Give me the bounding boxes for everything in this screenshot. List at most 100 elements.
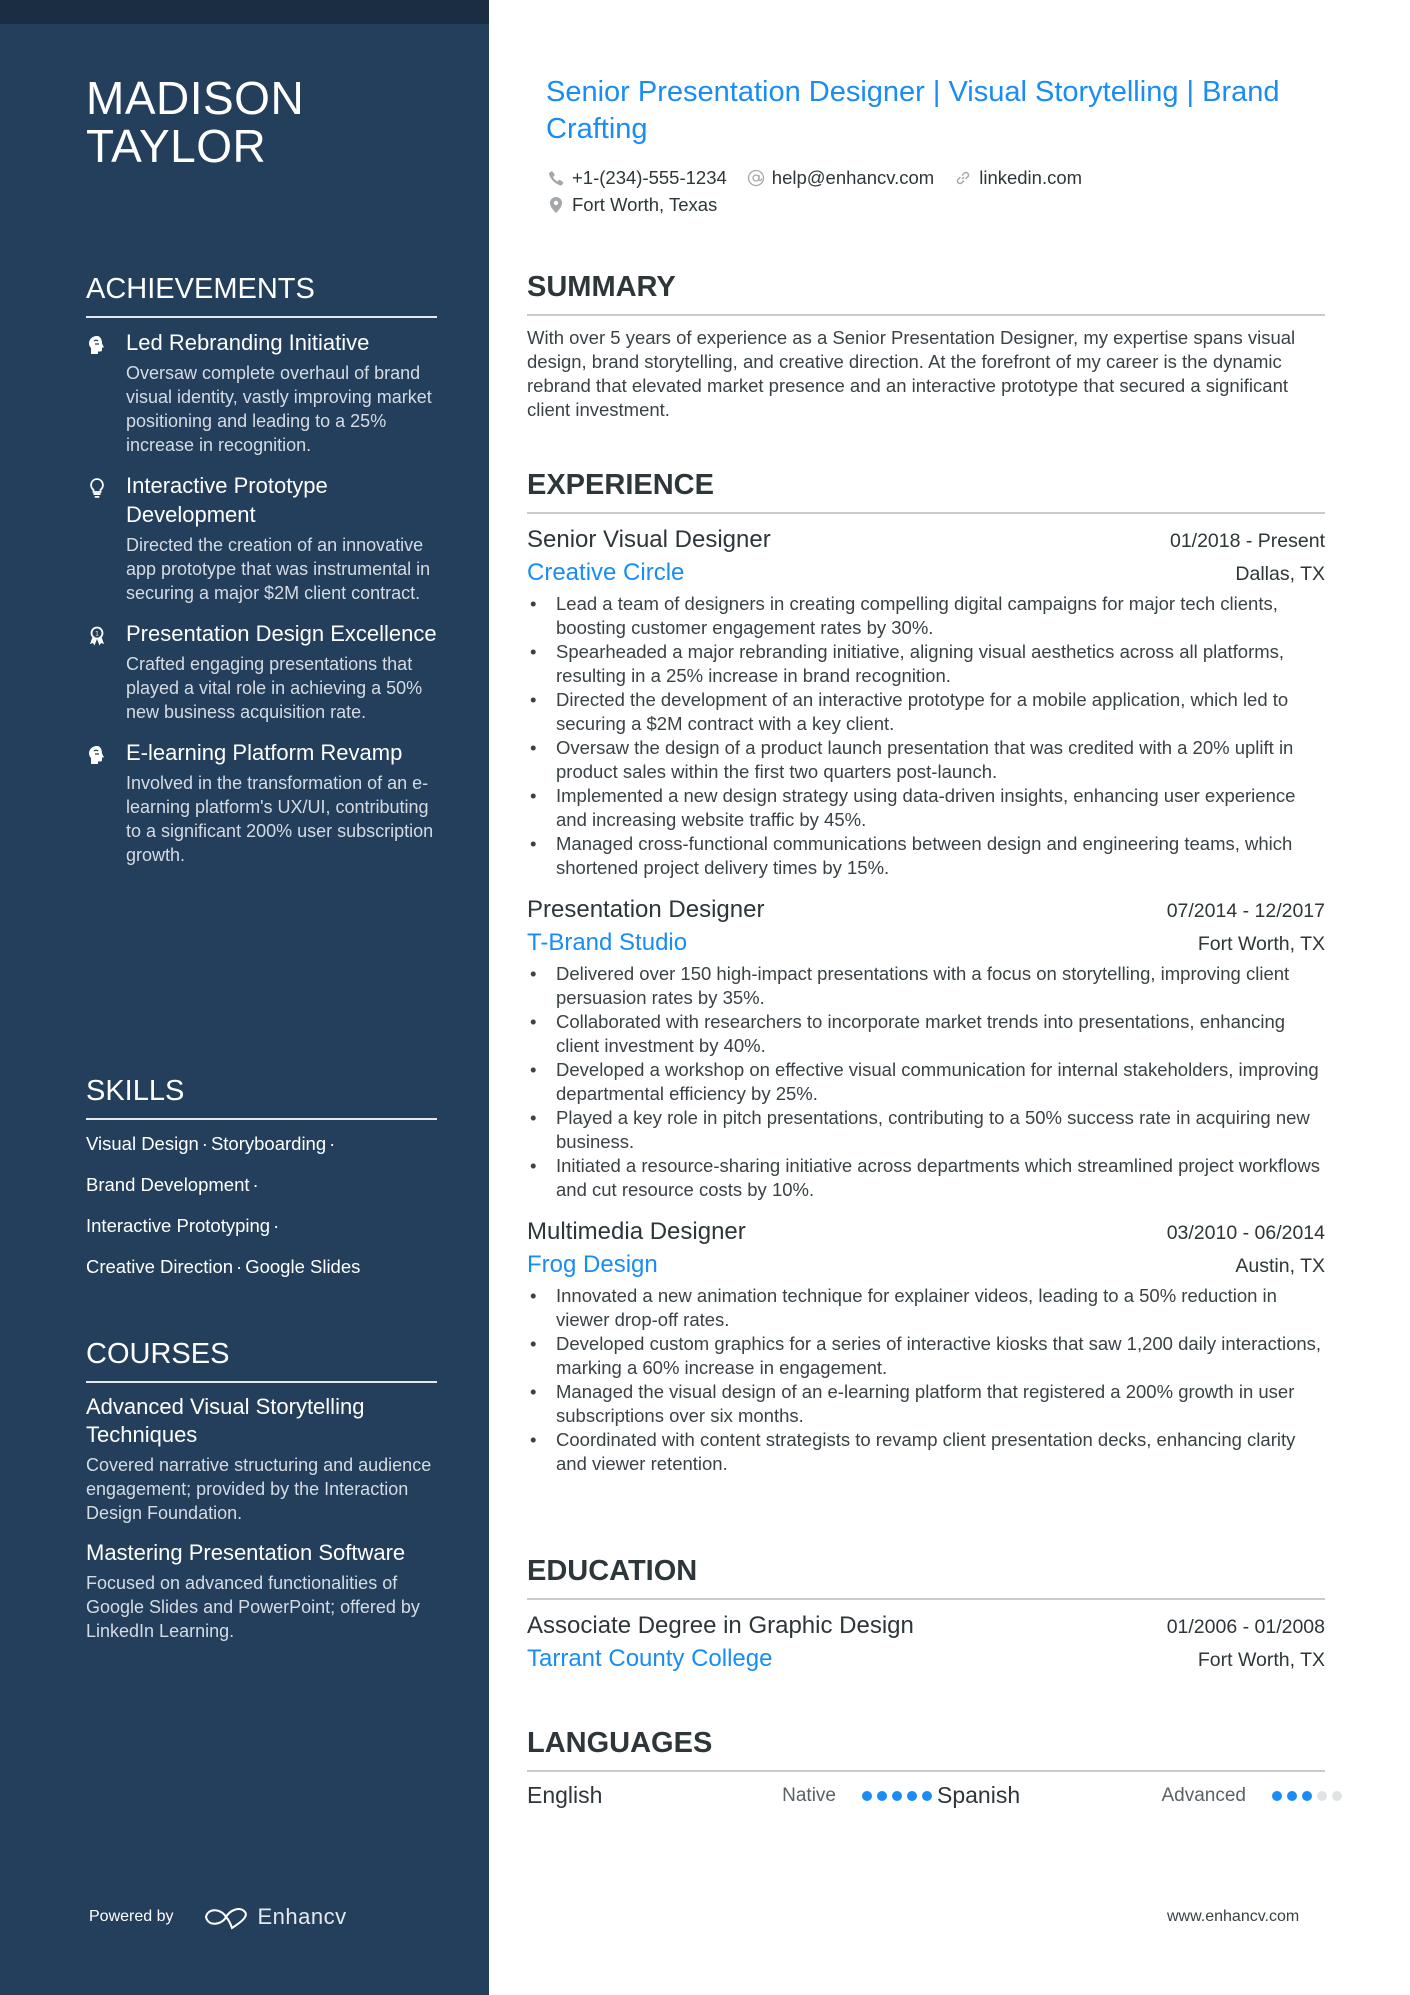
rating-dot — [922, 1790, 932, 1801]
job-bullet: Oversaw the design of a product launch p… — [527, 736, 1325, 784]
footer-url[interactable]: www.enhancv.com — [1167, 1908, 1299, 1926]
skills-line: Visual Design · Storyboarding · — [86, 1132, 437, 1156]
svg-text:1: 1 — [95, 631, 99, 638]
skill-separator: · — [329, 1133, 336, 1154]
course-description: Covered narrative structuring and audien… — [86, 1455, 432, 1523]
education-entry: Associate Degree in Graphic Design 01/200… — [527, 1610, 1325, 1676]
achievements-section: ACHIEVEMENTS Led Rebranding Initiative Ov… — [86, 272, 437, 881]
job-entry: Presentation Designer 07/2014 - 12/2017 T-… — [527, 894, 1325, 1202]
contact-item: Fort Worth, Texas — [547, 191, 717, 218]
link-icon — [957, 171, 970, 184]
course-title: Advanced Visual Storytelling Techniques — [86, 1394, 365, 1447]
job-bullet: Lead a team of designers in creating com… — [527, 592, 1325, 640]
experience-section: EXPERIENCE Senior Visual Designer 01/2018… — [527, 468, 1325, 1490]
achievement-item: Interactive Prototype Development Directe… — [86, 471, 437, 605]
education-header-row: Associate Degree in Graphic Design 01/200… — [527, 1610, 1325, 1642]
achievement-body: Presentation Design Excellence Crafted en… — [126, 619, 437, 724]
degree: Associate Degree in Graphic Design — [527, 1612, 914, 1639]
language-item: English Native — [527, 1782, 937, 1809]
language-name: English — [527, 1782, 603, 1808]
achievements-list: Led Rebranding Initiative Oversaw complet… — [86, 328, 437, 867]
course-item: Mastering Presentation Software Focused o… — [86, 1539, 437, 1643]
contact-text[interactable]: help@enhancv.com — [772, 164, 934, 191]
education-school-row: Tarrant County College Fort Worth, TX — [527, 1642, 1325, 1676]
job-bullet: Directed the development of an interacti… — [527, 688, 1325, 736]
skills-line: Creative Direction · Google Slides — [86, 1255, 437, 1279]
courses-list: Advanced Visual Storytelling Techniques C… — [86, 1393, 437, 1643]
contact-text[interactable]: +1-(234)-555-1234 — [572, 164, 727, 191]
skills-line: Interactive Prototyping · — [86, 1214, 437, 1238]
rating-dot — [892, 1790, 902, 1801]
job-bullet: Managed the visual design of an e-learni… — [527, 1380, 1325, 1428]
job-company-row: T-Brand Studio Fort Worth, TX — [527, 926, 1325, 960]
job-bullet: Initiated a resource-sharing initiative … — [527, 1154, 1325, 1202]
rating-dot — [1272, 1790, 1282, 1801]
contact-item[interactable]: +1-(234)-555-1234 — [547, 164, 727, 191]
job-bullets: Innovated a new animation technique for … — [527, 1284, 1325, 1476]
company-name[interactable]: Creative Circle — [527, 556, 684, 590]
skills-heading: SKILLS — [86, 1074, 437, 1120]
job-bullet: Innovated a new animation technique for … — [527, 1284, 1325, 1332]
job-title: Presentation Designer — [527, 896, 765, 923]
achievement-body: E-learning Platform Revamp Involved in th… — [126, 738, 437, 867]
candidate-name: MADISON TAYLOR — [86, 72, 305, 172]
job-bullet: Spearheaded a major rebranding initiativ… — [527, 640, 1325, 688]
achievement-item: E-learning Platform Revamp Involved in th… — [86, 738, 437, 867]
job-dates: 03/2010 - 06/2014 — [1166, 1222, 1325, 1244]
achievement-title: Presentation Design Excellence — [126, 621, 437, 646]
job-bullet: Managed cross-functional communications … — [527, 832, 1325, 880]
languages-section: LANGUAGES English Native Spanish Advanced — [527, 1726, 1342, 1809]
achievement-body: Interactive Prototype Development Directe… — [126, 471, 437, 605]
language-item: Spanish Advanced — [937, 1782, 1347, 1809]
achievement-description: Involved in the transformation of an e-l… — [126, 773, 434, 865]
rating-dot — [1332, 1790, 1342, 1801]
job-dates: 07/2014 - 12/2017 — [1166, 900, 1325, 922]
contact-item[interactable]: linkedin.com — [954, 164, 1082, 191]
languages-heading: LANGUAGES — [527, 1726, 1325, 1772]
skill-separator: · — [273, 1215, 280, 1236]
award-medal-icon: 1 — [86, 619, 126, 724]
achievements-heading: ACHIEVEMENTS — [86, 272, 437, 318]
school-name[interactable]: Tarrant County College — [527, 1642, 772, 1676]
phone-icon — [549, 170, 564, 185]
enhancv-logo-icon — [204, 1908, 247, 1930]
course-item: Advanced Visual Storytelling Techniques C… — [86, 1393, 437, 1525]
head-brain-icon — [86, 738, 126, 867]
courses-section: COURSES Advanced Visual Storytelling Tec… — [86, 1337, 437, 1657]
rating-dot — [907, 1790, 917, 1801]
summary-text: With over 5 years of experience as a Sen… — [527, 327, 1296, 420]
language-rating — [1272, 1790, 1347, 1801]
job-entry: Multimedia Designer 03/2010 - 06/2014 Frog… — [527, 1216, 1325, 1476]
rating-dot — [862, 1790, 872, 1801]
skill-tag: Storyboarding — [210, 1133, 327, 1154]
skill-separator: · — [236, 1256, 243, 1277]
courses-heading: COURSES — [86, 1337, 437, 1383]
job-bullet: Coordinated with content strategists to … — [527, 1428, 1325, 1476]
languages-list: English Native Spanish Advanced — [527, 1782, 1342, 1809]
course-title: Mastering Presentation Software — [86, 1540, 406, 1565]
powered-by: Powered by Enhancv — [89, 1904, 347, 1930]
education-heading: EDUCATION — [527, 1554, 1325, 1600]
achievement-title: Led Rebranding Initiative — [126, 330, 370, 355]
job-bullet: Implemented a new design strategy using … — [527, 784, 1325, 832]
job-header-row: Senior Visual Designer 01/2018 - Present — [527, 524, 1325, 556]
company-name[interactable]: T-Brand Studio — [527, 926, 687, 960]
achievement-title: Interactive Prototype Development — [126, 473, 328, 527]
contact-item[interactable]: help@enhancv.com — [747, 164, 934, 191]
contact-text[interactable]: linkedin.com — [979, 164, 1082, 191]
skills-line: Brand Development · — [86, 1173, 437, 1197]
achievement-item: 1 Presentation Design Excellence Crafted e… — [86, 619, 437, 724]
job-bullet: Developed custom graphics for a series o… — [527, 1332, 1325, 1380]
education-section: EDUCATION Associate Degree in Graphic De… — [527, 1554, 1325, 1690]
rating-dot — [1302, 1790, 1312, 1801]
achievement-body: Led Rebranding Initiative Oversaw complet… — [126, 328, 437, 457]
job-header-row: Multimedia Designer 03/2010 - 06/2014 — [527, 1216, 1325, 1248]
job-header-row: Presentation Designer 07/2014 - 12/2017 — [527, 894, 1325, 926]
company-name[interactable]: Frog Design — [527, 1248, 658, 1282]
job-bullet: Delivered over 150 high-impact presentat… — [527, 962, 1325, 1010]
job-bullets: Lead a team of designers in creating com… — [527, 592, 1325, 880]
job-location: Dallas, TX — [1235, 563, 1325, 585]
job-location: Austin, TX — [1235, 1255, 1325, 1277]
education-list: Associate Degree in Graphic Design 01/200… — [527, 1610, 1325, 1676]
enhancv-brand: Enhancv — [257, 1904, 347, 1929]
